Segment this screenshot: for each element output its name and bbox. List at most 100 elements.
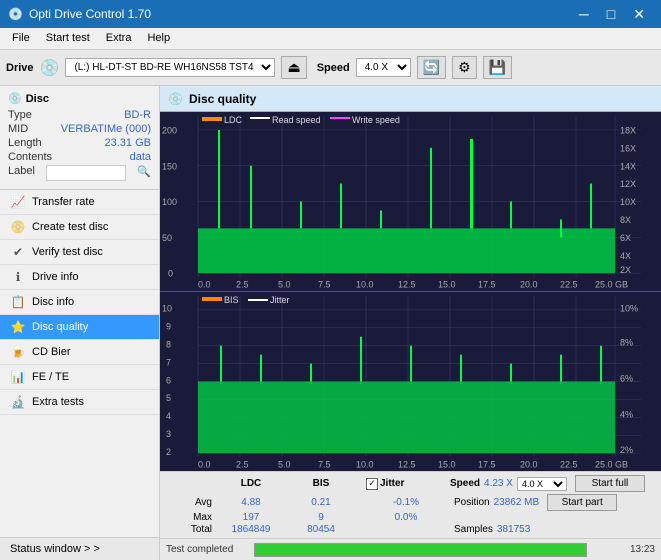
nav-item-fe-te[interactable]: 📊 FE / TE (0, 365, 159, 390)
settings-button[interactable]: ⚙ (452, 56, 477, 79)
svg-text:2: 2 (166, 447, 171, 457)
total-ldc: 1864849 (216, 524, 286, 535)
max-ldc: 197 (216, 512, 286, 523)
status-window-button[interactable]: Status window > > (0, 537, 159, 560)
svg-text:4%: 4% (620, 409, 633, 419)
svg-text:15.0: 15.0 (438, 279, 456, 289)
drivebar: Drive 💿 (L:) HL-DT-ST BD-RE WH16NS58 TST… (0, 50, 661, 86)
content-area: 💿 Disc quality (160, 86, 661, 560)
svg-text:25.0 GB: 25.0 GB (595, 279, 628, 289)
svg-text:2%: 2% (620, 445, 633, 455)
nav-item-transfer-rate[interactable]: 📈 Transfer rate (0, 190, 159, 215)
stats-bar: LDC BIS ✓ Jitter Speed 4.23 X 4.0 X Star… (160, 471, 661, 538)
jitter-label: Jitter (380, 478, 404, 489)
nav-item-disc-quality[interactable]: ⭐ Disc quality (0, 315, 159, 340)
disc-length-row: Length 23.31 GB (8, 137, 151, 149)
total-bis: 80454 (286, 524, 356, 535)
nav-item-verify-test-disc[interactable]: ✔ Verify test disc (0, 240, 159, 265)
minimize-button[interactable]: ─ (571, 5, 597, 23)
nav-label-transfer-rate: Transfer rate (32, 196, 95, 208)
charts-area: 200 150 100 50 0 18X 16X 14X 12X 10X 8X … (160, 112, 661, 471)
length-value: 23.31 GB (105, 137, 151, 149)
nav-item-create-test-disc[interactable]: 📀 Create test disc (0, 215, 159, 240)
titlebar: 💿 Opti Drive Control 1.70 ─ □ ✕ (0, 0, 661, 28)
save-button[interactable]: 💾 (483, 56, 512, 79)
svg-text:2.5: 2.5 (236, 459, 249, 469)
speed-select-stats[interactable]: 4.0 X (517, 477, 567, 491)
refresh-button[interactable]: 🔄 (417, 56, 446, 79)
speed-label: Speed (317, 62, 350, 74)
svg-text:8: 8 (166, 339, 171, 349)
type-value: BD-R (124, 109, 151, 121)
length-label: Length (8, 137, 42, 149)
nav-item-disc-info[interactable]: 📋 Disc info (0, 290, 159, 315)
start-part-button[interactable]: Start part (547, 494, 617, 511)
max-bis: 9 (286, 512, 356, 523)
nav-item-extra-tests[interactable]: 🔬 Extra tests (0, 390, 159, 415)
disc-cd-icon: 💿 (8, 92, 22, 105)
svg-text:8X: 8X (620, 215, 631, 225)
mid-label: MID (8, 123, 28, 135)
mid-value: VERBATIMe (000) (61, 123, 151, 135)
total-label: Total (166, 524, 216, 535)
svg-text:10: 10 (162, 304, 172, 314)
transfer-rate-icon: 📈 (10, 195, 26, 209)
speed-select[interactable]: 4.0 X 2.0 X 1.0 X (356, 58, 411, 77)
svg-text:17.5: 17.5 (478, 279, 496, 289)
svg-text:6X: 6X (620, 233, 631, 243)
drive-select[interactable]: (L:) HL-DT-ST BD-RE WH16NS58 TST4 (65, 58, 275, 77)
drive-disc-icon: 💿 (40, 58, 60, 78)
nav-label-verify-test-disc: Verify test disc (32, 246, 103, 258)
nav-item-cd-bier[interactable]: 🍺 CD Bier (0, 340, 159, 365)
jitter-checkbox[interactable]: ✓ (366, 478, 378, 490)
maximize-button[interactable]: □ (599, 5, 623, 23)
menu-help[interactable]: Help (139, 30, 178, 47)
sidebar: 💿 Disc Type BD-R MID VERBATIMe (000) Len… (0, 86, 160, 560)
svg-text:10X: 10X (620, 197, 636, 207)
svg-text:Write speed: Write speed (352, 115, 400, 125)
svg-text:10%: 10% (620, 304, 638, 314)
svg-text:15.0: 15.0 (438, 459, 456, 469)
disc-panel-header: 💿 Disc (8, 92, 151, 105)
status-window-label: Status window > > (10, 543, 100, 555)
start-full-button[interactable]: Start full (575, 475, 645, 492)
cd-bier-icon: 🍺 (10, 345, 26, 359)
sidebar-bottom: Status window > > (0, 537, 159, 560)
titlebar-title: 💿 Opti Drive Control 1.70 (8, 7, 151, 21)
nav-item-drive-info[interactable]: ℹ Drive info (0, 265, 159, 290)
max-label: Max (166, 512, 216, 523)
svg-text:10.0: 10.0 (356, 279, 374, 289)
close-button[interactable]: ✕ (625, 5, 653, 23)
disc-type-row: Type BD-R (8, 109, 151, 121)
menu-start-test[interactable]: Start test (38, 30, 98, 47)
statusbar: Test completed 13:23 (160, 538, 661, 560)
svg-text:20.0: 20.0 (520, 459, 538, 469)
verify-test-disc-icon: ✔ (10, 245, 26, 259)
menu-extra[interactable]: Extra (98, 30, 140, 47)
svg-text:22.5: 22.5 (560, 459, 578, 469)
drive-info-icon: ℹ (10, 270, 26, 284)
disc-panel: 💿 Disc Type BD-R MID VERBATIMe (000) Len… (0, 86, 159, 190)
drive-label: Drive (6, 62, 34, 74)
chart2-svg: 10 9 8 7 6 5 4 3 2 10% 8% 6% 4% 2% 0.0 (160, 292, 661, 471)
speed-header-label: Speed (450, 478, 480, 489)
eject-button[interactable]: ⏏ (281, 56, 306, 79)
nav-label-disc-quality: Disc quality (32, 321, 88, 333)
svg-text:22.5: 22.5 (560, 279, 578, 289)
label-input[interactable] (46, 165, 126, 181)
svg-text:8%: 8% (620, 338, 633, 348)
nav-label-fe-te: FE / TE (32, 371, 69, 383)
svg-text:4X: 4X (620, 251, 631, 261)
menu-file[interactable]: File (4, 30, 38, 47)
main-area: 💿 Disc Type BD-R MID VERBATIMe (000) Len… (0, 86, 661, 560)
avg-label: Avg (166, 497, 216, 508)
svg-text:2X: 2X (620, 265, 631, 275)
disc-contents-row: Contents data (8, 151, 151, 163)
status-time: 13:23 (595, 544, 655, 555)
type-label: Type (8, 109, 32, 121)
svg-text:BIS: BIS (224, 295, 239, 305)
app-title: Opti Drive Control 1.70 (29, 7, 151, 21)
label-label: Label (8, 165, 35, 181)
chart1-ldc: 200 150 100 50 0 18X 16X 14X 12X 10X 8X … (160, 112, 661, 292)
label-search-icon[interactable]: 🔍 (137, 165, 151, 181)
